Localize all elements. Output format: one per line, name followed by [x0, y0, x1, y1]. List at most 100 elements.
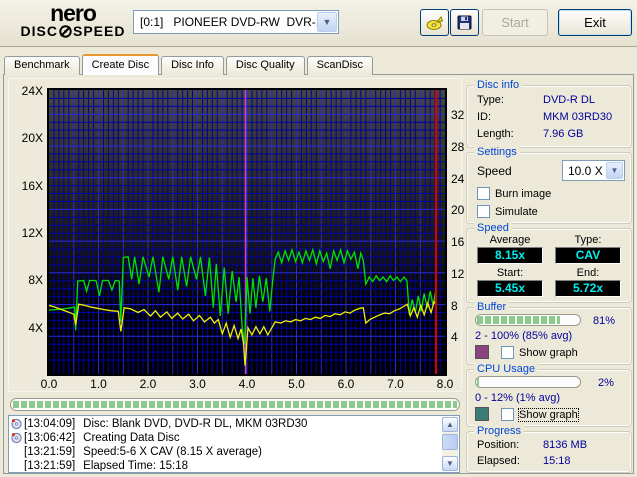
tab-create-disc[interactable]: Create Disc [82, 54, 159, 75]
buffer-level-fill [477, 316, 560, 324]
burn-image-checkbox[interactable] [477, 187, 490, 200]
save-button[interactable] [450, 9, 479, 36]
simulate-label[interactable]: Simulate [495, 206, 538, 218]
write-progress-fill [13, 401, 457, 408]
disc-info-title: Disc info [474, 79, 522, 91]
log-text: Speed:5-6 X CAV (8.15 X average) [83, 446, 262, 458]
cpu-percent: 2% [598, 377, 614, 389]
cpu-color-swatch [475, 407, 489, 421]
end-speed-lcd: 5.72x [555, 280, 621, 297]
disc-logo-icon [59, 25, 72, 38]
disc-id-value: MKM 03RD30 [543, 111, 612, 123]
average-label: Average [477, 234, 543, 246]
x-tick: 0.0 [34, 377, 64, 391]
buffer-title: Buffer [474, 301, 509, 313]
log-scrollbar[interactable]: ▲ ▼ [442, 417, 458, 471]
log-text: Disc: Blank DVD, DVD-R DL, MKM 03RD30 [83, 418, 307, 430]
log-entry: [13:06:42] Creating Data Disc [11, 431, 441, 445]
cpu-usage-title: CPU Usage [474, 363, 538, 375]
logo-nero-text: nero [12, 3, 134, 24]
y-left-tick: 8X [9, 273, 43, 287]
x-tick: 2.0 [133, 377, 163, 391]
position-label: Position: [477, 439, 519, 451]
buffer-percent: 81% [593, 315, 615, 327]
buffer-range-note: 2 - 100% (85% avg) [475, 330, 572, 342]
type-label: Type: [555, 234, 621, 246]
elapsed-label: Elapsed: [477, 455, 520, 467]
disc-icon [11, 418, 24, 430]
elapsed-value: 15:18 [543, 455, 571, 467]
tab-benchmark[interactable]: Benchmark [4, 56, 80, 75]
speed-setting-label: Speed [477, 164, 512, 178]
x-tick: 5.0 [282, 377, 312, 391]
position-value: 8136 MB [543, 439, 587, 451]
y-left-tick: 20X [9, 131, 43, 145]
start-label: Start: [477, 267, 543, 279]
speed-graph-plot [47, 88, 447, 376]
tab-bar: Benchmark Create Disc Disc Info Disc Qua… [4, 54, 375, 75]
status-log-list[interactable]: [13:04:09] Disc: Blank DVD, DVD-R DL, MK… [8, 415, 460, 473]
end-label: End: [555, 267, 621, 279]
log-entry: [13:04:09] Disc: Blank DVD, DVD-R DL, MK… [11, 417, 441, 431]
scroll-down-icon[interactable]: ▼ [442, 456, 458, 471]
cpu-show-graph-checkbox[interactable] [501, 408, 514, 421]
y-left-tick: 12X [9, 226, 43, 240]
speed-group: Speed Average Type: 8.15x CAV Start: End… [466, 228, 632, 303]
buffer-group: Buffer 81% 2 - 100% (85% avg) Show graph [466, 307, 632, 365]
progress-title: Progress [474, 425, 524, 437]
y-left-tick: 24X [9, 84, 43, 98]
log-timestamp: [13:04:09] [24, 418, 75, 430]
disc-type-value: DVD-R DL [543, 94, 595, 106]
settings-group: Settings Speed 10.0 X ▼ Burn image Simul… [466, 152, 632, 224]
x-tick: 8.0 [430, 377, 460, 391]
log-timestamp: [13:21:59] [24, 460, 75, 471]
write-progress-bar [10, 398, 460, 411]
speed-select-value: 10.0 X [563, 164, 606, 178]
log-timestamp: [13:06:42] [24, 432, 75, 444]
tab-disc-quality[interactable]: Disc Quality [226, 56, 305, 75]
simulate-checkbox[interactable] [477, 205, 490, 218]
disc-id-label: ID: [477, 111, 491, 123]
cpu-usage-bar [475, 376, 581, 388]
scrollbar-thumb[interactable] [442, 434, 458, 450]
log-entry: [13:21:59] Speed:5-6 X CAV (8.15 X avera… [11, 445, 441, 459]
log-text: Elapsed Time: 15:18 [83, 460, 188, 471]
x-tick: 7.0 [381, 377, 411, 391]
eject-disc-icon [426, 15, 444, 31]
x-tick: 3.0 [183, 377, 213, 391]
buffer-level-bar [475, 314, 581, 326]
eject-disc-button[interactable] [420, 9, 449, 36]
buffer-show-graph-label[interactable]: Show graph [519, 347, 578, 359]
speed-graph-svg [49, 90, 445, 374]
type-lcd: CAV [555, 247, 621, 264]
drive-selector-dropdown-button[interactable]: ▼ [317, 12, 337, 32]
disc-length-value: 7.96 GB [543, 128, 583, 140]
tab-disc-info[interactable]: Disc Info [161, 56, 224, 75]
cpu-usage-fill [477, 378, 479, 386]
nero-discspeed-window: { "header": { "logo_top": "nero", "logo_… [0, 0, 637, 477]
exit-button[interactable]: Exit [558, 9, 632, 36]
drive-selector-value: [0:1] PIONEER DVD-RW DVR-116D 1.06 [134, 15, 317, 29]
cpu-show-graph-label[interactable]: Show graph [519, 409, 578, 421]
speed-select[interactable]: 10.0 X ▼ [562, 160, 625, 181]
log-timestamp: [13:21:59] [24, 446, 75, 458]
progress-group: Progress Position: 8136 MB Elapsed: 15:1… [466, 431, 632, 473]
log-entry: [13:21:59] Elapsed Time: 15:18 [11, 459, 441, 471]
start-button[interactable]: Start [482, 9, 548, 36]
disc-length-label: Length: [477, 128, 514, 140]
disc-icon [11, 432, 24, 444]
tab-scandisc[interactable]: ScanDisc [307, 56, 373, 75]
save-floppy-icon [457, 15, 472, 30]
buffer-show-graph-checkbox[interactable] [501, 346, 514, 359]
cpu-range-note: 0 - 12% (1% avg) [475, 392, 560, 404]
speed-select-dropdown-button[interactable]: ▼ [606, 162, 623, 179]
burn-image-label[interactable]: Burn image [495, 188, 551, 200]
nero-discspeed-logo: nero DISC SPEED [12, 3, 134, 39]
scroll-up-icon[interactable]: ▲ [442, 417, 458, 432]
speed-title: Speed [474, 222, 512, 234]
y-left-tick: 16X [9, 179, 43, 193]
app-header: nero DISC SPEED [0:1] PIONEER DVD-RW DVR… [0, 0, 637, 47]
drive-selector[interactable]: [0:1] PIONEER DVD-RW DVR-116D 1.06 ▼ [133, 10, 339, 34]
average-speed-lcd: 8.15x [477, 247, 543, 264]
log-text: Creating Data Disc [83, 432, 180, 444]
